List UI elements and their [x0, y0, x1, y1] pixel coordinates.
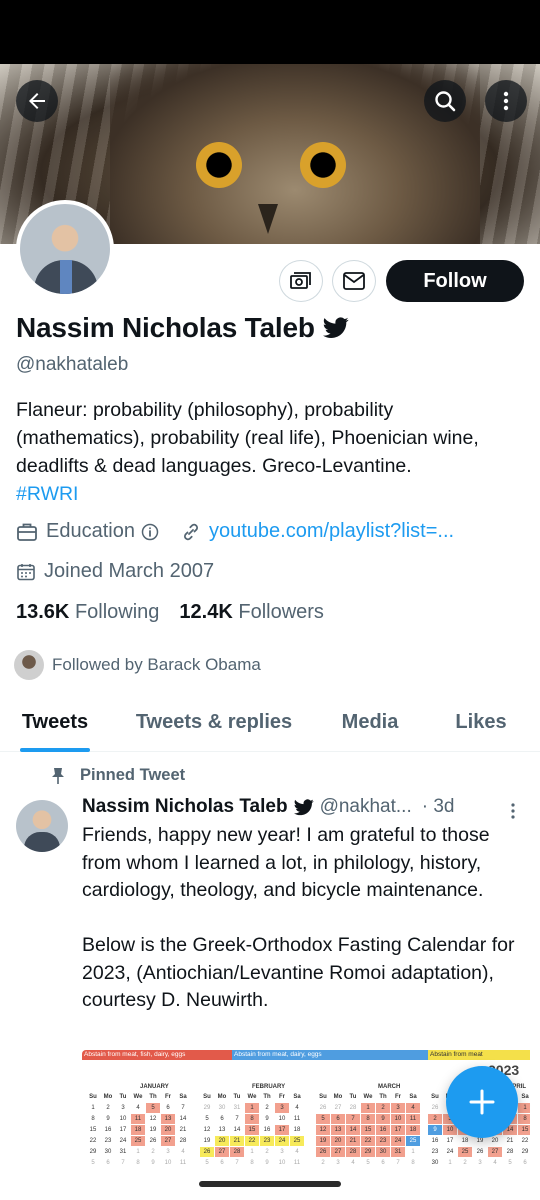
followers-label: Followers [238, 601, 324, 623]
twitter-bird-icon [322, 317, 349, 338]
owl-eye-right [300, 142, 346, 188]
tab-label: Tweets & replies [135, 711, 293, 733]
search-icon [435, 91, 456, 112]
follower-avatar [14, 650, 44, 680]
month-grid-march: Su Mo Tu We Th Fr Sa 26 27 28 1 2 3 4 5 6 7 8 9 10 11 12 13… [316, 1092, 420, 1168]
profile-tabs: Tweets Tweets & replies Media Likes [0, 694, 540, 752]
following-count: 13.6K [16, 601, 70, 623]
tweet-paragraph: Below is the Greek-Orthodox Fasting Cale… [82, 934, 515, 1011]
tab-label: Likes [455, 711, 507, 733]
fasting-band-strict: Abstain from meat, fish, dairy, eggs [82, 1050, 232, 1060]
profile-avatar[interactable] [16, 200, 114, 298]
profile-handle: @nakhataleb [16, 354, 129, 375]
twitter-bird-icon [293, 798, 314, 815]
status-bar [0, 0, 540, 64]
message-button[interactable] [332, 260, 376, 302]
owl-beak [258, 204, 278, 234]
tweet-timestamp[interactable]: · 3d [422, 796, 455, 818]
tab-label: Media [341, 711, 399, 733]
more-vertical-icon [503, 91, 509, 111]
tip-button[interactable] [279, 260, 323, 302]
tweet-author-name[interactable]: Nassim Nicholas Taleb [82, 796, 288, 818]
tweet-avatar-suit [24, 832, 60, 852]
profile-name: Nassim Nicholas Taleb [16, 312, 315, 343]
pinned-label-text: Pinned Tweet [80, 766, 186, 784]
money-icon [290, 272, 311, 289]
owl-eye-left [196, 142, 242, 188]
profile-meta-category-link: Education youtube.com/playlist?list=... [16, 520, 454, 543]
bio-text: Flaneur: probability (philosophy), proba… [16, 399, 479, 477]
tab-likes[interactable]: Likes [422, 694, 540, 751]
tab-media[interactable]: Media [318, 694, 422, 751]
back-button[interactable] [16, 80, 58, 122]
more-vertical-icon [511, 803, 515, 819]
followers-stat[interactable]: 12.4K Followers [179, 601, 324, 624]
tab-tweets[interactable]: Tweets [0, 694, 110, 752]
tweet-author-handle[interactable]: @nakhat... [320, 796, 412, 818]
search-button[interactable] [424, 80, 466, 122]
more-options-button[interactable] [485, 80, 527, 122]
tweet-header: Nassim Nicholas Taleb @nakhat... · 3d [82, 796, 522, 818]
tab-label: Tweets [21, 711, 89, 733]
followed-by-text: Followed by Barack Obama [52, 655, 261, 674]
compose-tweet-button[interactable] [446, 1066, 518, 1138]
profile-joined-row: Joined March 2007 [16, 560, 214, 583]
profile-stats: 13.6K Following 12.4K Followers [16, 601, 324, 624]
info-icon[interactable] [141, 523, 159, 541]
pin-icon [52, 767, 64, 784]
month-title: FEBRUARY [252, 1084, 286, 1090]
tweet-author-avatar[interactable] [16, 800, 68, 852]
plus-icon [469, 1089, 495, 1115]
arrow-left-icon [29, 93, 45, 109]
followers-count: 12.4K [179, 601, 233, 623]
month-grid-february: Su Mo Tu We Th Fr Sa 29 30 31 1 2 3 4 5 6 7 8 9 10 11 12 13… [200, 1092, 304, 1168]
fasting-band-moderate: Abstain from meat, dairy, eggs [232, 1050, 428, 1060]
followed-by-row[interactable]: Followed by Barack Obama [14, 650, 261, 680]
calendar-icon [17, 563, 35, 580]
owl-image [110, 64, 480, 244]
following-label: Following [74, 601, 160, 623]
profile-category: Education [46, 520, 135, 542]
follow-button[interactable]: Follow [386, 260, 524, 302]
profile-bio: Flaneur: probability (philosophy), proba… [16, 396, 521, 508]
month-grid-january: Su Mo Tu We Th Fr Sa 1234567 8 9 10 11 12 13 14 15 16… [89, 1094, 187, 1166]
pinned-tweet-label: Pinned Tweet [50, 766, 185, 785]
profile-joined-date: Joined March 2007 [44, 560, 215, 582]
avatar-lanyard [60, 260, 72, 294]
briefcase-icon [17, 523, 37, 541]
month-title: MARCH [378, 1084, 401, 1090]
gesture-nav-handle[interactable] [199, 1181, 341, 1187]
mail-icon [343, 272, 365, 290]
profile-website-link[interactable]: youtube.com/playlist?list=... [209, 520, 454, 543]
tweet-body[interactable]: Friends, happy new year! I am grateful t… [82, 822, 522, 1015]
tweet-paragraph: Friends, happy new year! I am grateful t… [82, 824, 490, 901]
tab-tweets-replies[interactable]: Tweets & replies [110, 694, 318, 751]
profile-name-row: Nassim Nicholas Taleb [16, 312, 349, 344]
fasting-band-light: Abstain from meat [428, 1050, 530, 1060]
link-icon [184, 523, 198, 540]
month-title: JANUARY [140, 1084, 169, 1090]
bio-hashtag-link[interactable]: #RWRI [16, 483, 78, 505]
active-tab-indicator [20, 748, 90, 752]
following-stat[interactable]: 13.6K Following [16, 601, 159, 624]
